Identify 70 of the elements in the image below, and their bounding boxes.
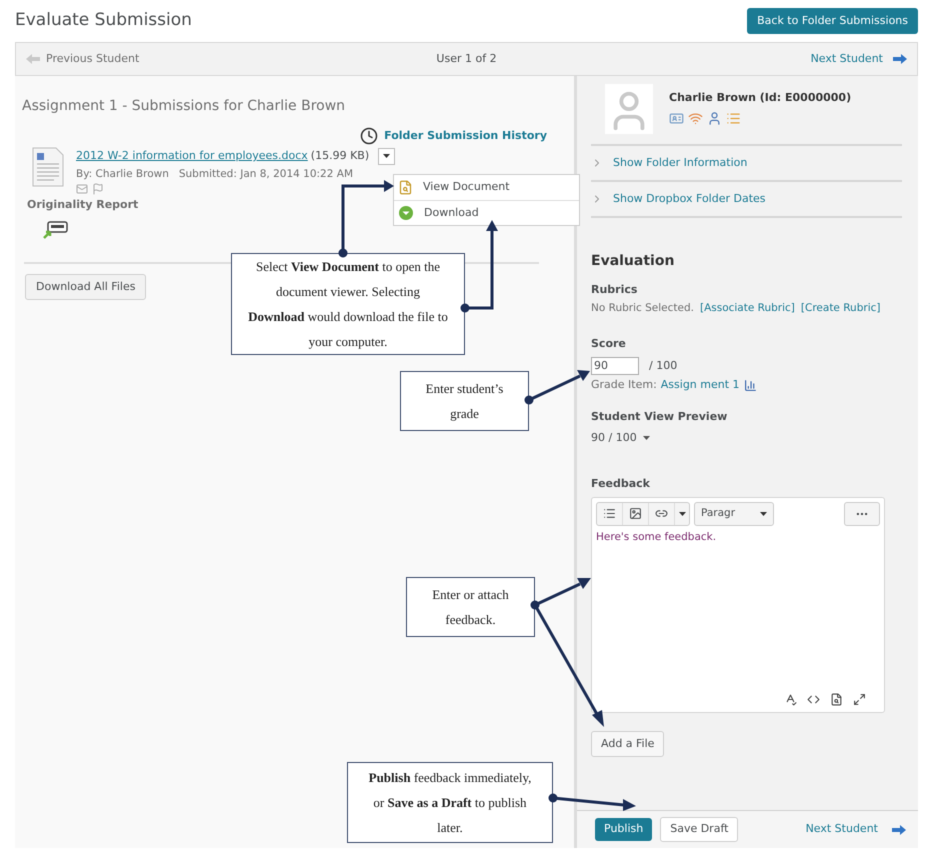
callout-dot (530, 600, 540, 610)
menu-item[interactable]: Download (394, 200, 579, 225)
submitted-date: Submitted: Jan 8, 2014 10:22 AM (178, 167, 354, 182)
grade-item-link[interactable]: Assign ment 1 (660, 376, 740, 394)
caret-icon (383, 154, 390, 158)
callout-dot (524, 396, 534, 404)
preview-dropdown[interactable]: 90 / 100 (591, 430, 650, 446)
rubric-link[interactable]: [Create Rubric] (800, 300, 880, 316)
callout-text: Publish feedback immediately, or Save as a Draft to publish later. (368, 769, 532, 837)
caret-icon (760, 512, 767, 516)
avatar (605, 84, 653, 134)
menu-item[interactable]: View Document (394, 175, 579, 200)
submission-heading: Assignment 1 - Submissions for Charlie Brown (22, 97, 346, 116)
score-maximum: / 100 (649, 358, 678, 374)
user-icon[interactable] (707, 110, 722, 126)
flag-icon (92, 183, 104, 195)
previous-student-link[interactable]: Previous Student (26, 50, 266, 68)
media-icon (603, 507, 616, 520)
rubric-link[interactable]: [Associate Rubric] (700, 300, 795, 316)
callout-text: Select View Document to open the document viewer. Selecting Download would download the file to your computer. (248, 258, 448, 351)
callout-dot (460, 304, 470, 312)
preview-label: Student View Preview (591, 409, 728, 426)
spellcheck-icon[interactable] (784, 692, 797, 706)
preview-icon[interactable] (830, 692, 843, 706)
grade-item-label: Grade Item: (591, 376, 657, 393)
back-button[interactable]: Back to Folder Submissions (747, 8, 918, 34)
rubrics-label: Rubrics (591, 282, 638, 298)
fullscreen-icon[interactable] (853, 692, 866, 706)
right-arrow-icon (893, 54, 907, 64)
save-draft-button[interactable]: Save Draft (660, 817, 738, 842)
document-icon (32, 147, 64, 187)
magnifier-document-icon (398, 180, 413, 195)
student-position: User 1 of 2 (435, 50, 498, 67)
download-icon (398, 205, 414, 221)
originality-label: Originality Report (26, 197, 138, 213)
submission-history-link[interactable]: Folder Submission History (360, 127, 547, 145)
rubric-status: No Rubric Selected. (591, 300, 694, 316)
format-dropdown[interactable]: Paragr (694, 502, 774, 526)
submitted-by: By: Charlie Brown (76, 167, 169, 182)
download-all-button[interactable]: Download All Files (25, 274, 146, 300)
callout-dot (338, 248, 348, 258)
section-toggle[interactable]: Show Dropbox Folder Dates (591, 182, 902, 218)
caret-icon (678, 512, 686, 516)
callout-dot (548, 794, 558, 802)
report-icon (42, 220, 68, 240)
feedback-text: Here's some feedback. (596, 530, 716, 545)
student-name: Charlie Brown (Id: E0000000) (669, 90, 852, 106)
add-file-button[interactable]: Add a File (591, 730, 664, 758)
evaluation-heading: Evaluation (591, 252, 676, 271)
file-size: (15.99 KB) (310, 148, 370, 164)
envelope-icon (76, 183, 88, 195)
next-student-link[interactable]: Next Student (667, 50, 907, 68)
file-link[interactable]: 2012 W-2 information for employees.docx (76, 147, 308, 165)
publish-button[interactable]: Publish (595, 818, 652, 841)
left-arrow-icon (26, 54, 40, 64)
history-clock-icon (360, 127, 378, 145)
right-arrow-icon (892, 824, 906, 834)
caret-icon (642, 436, 650, 440)
code-icon[interactable] (807, 692, 820, 706)
section-toggle[interactable]: Show Folder Information (591, 146, 902, 182)
image-icon (629, 507, 642, 520)
score-field[interactable]: 90 (591, 356, 639, 375)
callout-text: Enter or attach feedback. (431, 586, 510, 629)
next-student-link[interactable]: Next Student (806, 821, 906, 838)
file-menu-button[interactable] (378, 148, 396, 164)
page-title: Evaluate Submission (15, 9, 192, 32)
feedback-label: Feedback (591, 476, 650, 492)
grade-chart-icon[interactable] (744, 378, 757, 392)
callout-text: Enter student’s grade (424, 380, 504, 423)
score-label: Score (591, 336, 626, 352)
